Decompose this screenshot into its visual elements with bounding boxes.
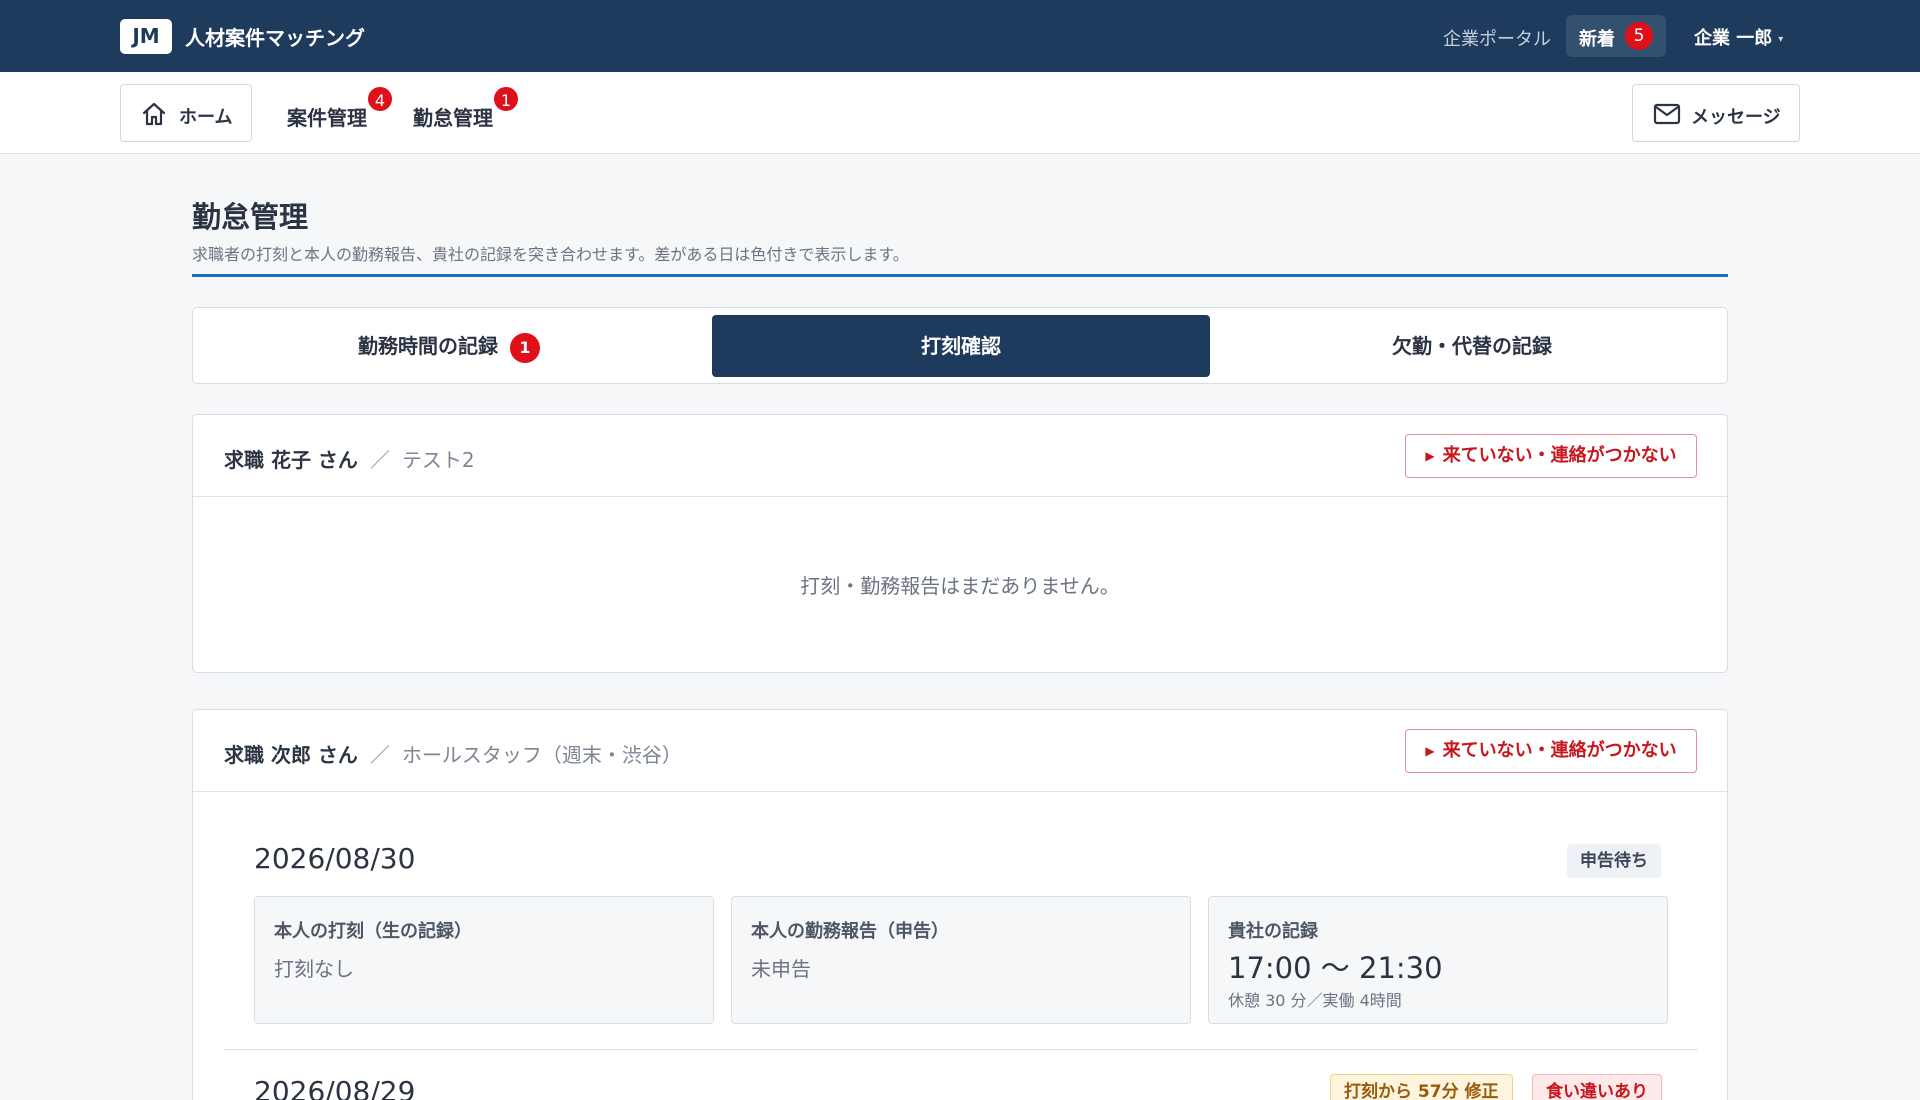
punch-record-value: 打刻なし bbox=[274, 957, 354, 981]
punch-record-title: 本人の打刻（生の記録） bbox=[274, 921, 472, 942]
corrected-badge: 打刻から 57分 修正 bbox=[1330, 1074, 1513, 1100]
user-name: 企業 一郎 bbox=[1694, 28, 1773, 49]
attendance-tabs: 勤務時間の記録 1 打刻確認 欠勤・代替の記録 bbox=[192, 307, 1728, 384]
projects-count-badge: 4 bbox=[366, 85, 394, 113]
no-show-button[interactable]: ▶ 来ていない・連絡がつかない bbox=[1405, 434, 1697, 478]
self-report-box: 本人の勤務報告（申告） 未申告 bbox=[731, 896, 1191, 1024]
user-menu[interactable]: 企業 一郎 ▾ bbox=[1694, 24, 1783, 50]
worker-card-header: 求職 次郎 さん ／ ホールスタッフ（週末・渋谷） ▶ 来ていない・連絡がつかない bbox=[193, 710, 1727, 792]
empty-state-message: 打刻・勤務報告はまだありません。 bbox=[800, 574, 1120, 598]
worker-name-line: 求職 花子 さん ／ テスト2 bbox=[224, 444, 475, 473]
sub-navigation: ホーム 案件管理 4 勤怠管理 1 メッセージ bbox=[0, 72, 1920, 154]
name-job-separator: ／ bbox=[369, 743, 390, 767]
day-divider bbox=[224, 1049, 1698, 1050]
punch-record-box: 本人の打刻（生の記録） 打刻なし bbox=[254, 896, 714, 1024]
home-label: ホーム bbox=[179, 107, 233, 128]
company-record-box: 貴社の記録 17:00 〜 21:30 休憩 30 分／実働 4時間 bbox=[1208, 896, 1668, 1024]
home-button[interactable]: ホーム bbox=[120, 84, 252, 142]
app-title[interactable]: 人材案件マッチング bbox=[185, 22, 365, 51]
name-job-separator: ／ bbox=[369, 448, 390, 472]
app-logo[interactable]: JM bbox=[120, 19, 172, 54]
tab-work-hours-label: 勤務時間の記録 bbox=[358, 334, 498, 358]
worker-name-line: 求職 次郎 さん ／ ホールスタッフ（週末・渋谷） bbox=[224, 739, 682, 768]
notifications-count-badge: 5 bbox=[1625, 22, 1653, 50]
self-report-title: 本人の勤務報告（申告） bbox=[751, 921, 949, 942]
title-divider bbox=[192, 274, 1728, 277]
job-title: ホールスタッフ（週末・渋谷） bbox=[401, 743, 682, 767]
worker-name[interactable]: 求職 花子 さん bbox=[224, 448, 358, 472]
attendance-count-badge: 1 bbox=[492, 85, 520, 113]
nav-projects[interactable]: 案件管理 bbox=[287, 102, 367, 131]
tab-work-hours-badge: 1 bbox=[510, 332, 540, 363]
tab-punch-check[interactable]: 打刻確認 bbox=[712, 315, 1210, 377]
no-show-label: 来ていない・連絡がつかない bbox=[1442, 740, 1677, 761]
triangle-right-icon: ▶ bbox=[1425, 449, 1435, 463]
worker-card-header: 求職 花子 さん ／ テスト2 ▶ 来ていない・連絡がつかない bbox=[193, 415, 1727, 497]
worker-card: 求職 花子 さん ／ テスト2 ▶ 来ていない・連絡がつかない 打刻・勤務報告はまだあ… bbox=[192, 414, 1728, 673]
page-title: 勤怠管理 bbox=[192, 200, 309, 234]
worker-card: 求職 次郎 さん ／ ホールスタッフ（週末・渋谷） ▶ 来ていない・連絡がつかない 2… bbox=[192, 709, 1728, 1100]
tab-work-hours[interactable]: 勤務時間の記録 1 bbox=[200, 315, 698, 377]
home-icon bbox=[142, 102, 166, 126]
messages-button[interactable]: メッセージ bbox=[1632, 84, 1800, 142]
messages-label: メッセージ bbox=[1691, 107, 1781, 128]
triangle-right-icon: ▶ bbox=[1425, 744, 1435, 758]
status-badge: 申告待ち bbox=[1567, 844, 1661, 878]
discrepancy-badge: 食い違いあり bbox=[1532, 1074, 1662, 1100]
tab-absence[interactable]: 欠勤・代替の記録 bbox=[1223, 315, 1721, 377]
self-report-value: 未申告 bbox=[751, 957, 811, 981]
day-date: 2026/08/30 bbox=[254, 842, 416, 875]
worker-name[interactable]: 求職 次郎 さん bbox=[224, 743, 358, 767]
day-date: 2026/08/29 bbox=[254, 1075, 416, 1100]
portal-link[interactable]: 企業ポータル bbox=[1443, 25, 1551, 51]
envelope-icon bbox=[1653, 103, 1681, 125]
caret-down-icon: ▾ bbox=[1778, 33, 1784, 45]
company-record-title: 貴社の記録 bbox=[1228, 921, 1318, 942]
company-record-detail: 休憩 30 分／実働 4時間 bbox=[1228, 991, 1402, 1010]
tab-absence-label: 欠勤・代替の記録 bbox=[1392, 334, 1552, 358]
job-title: テスト2 bbox=[401, 448, 475, 472]
tab-punch-check-label: 打刻確認 bbox=[921, 334, 1001, 358]
notifications-label: 新着 bbox=[1579, 29, 1615, 50]
no-show-button[interactable]: ▶ 来ていない・連絡がつかない bbox=[1405, 729, 1697, 773]
company-record-time: 17:00 〜 21:30 bbox=[1228, 951, 1443, 985]
nav-attendance[interactable]: 勤怠管理 bbox=[413, 102, 493, 131]
no-show-label: 来ていない・連絡がつかない bbox=[1442, 445, 1677, 466]
top-bar: JM 人材案件マッチング 企業ポータル 新着 5 企業 一郎 ▾ bbox=[0, 0, 1920, 72]
page-description: 求職者の打刻と本人の勤務報告、貴社の記録を突き合わせます。差がある日は色付きで表… bbox=[192, 245, 909, 264]
notifications-button[interactable]: 新着 5 bbox=[1566, 15, 1666, 57]
